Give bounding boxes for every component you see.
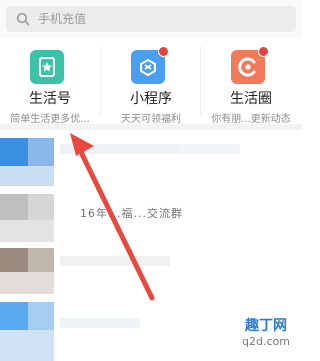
search-icon [16, 12, 30, 26]
blur-block [180, 144, 240, 154]
blur-block [0, 138, 28, 166]
shortcut-subtitle: 天天可领福利 [121, 114, 181, 125]
blur-block [60, 318, 140, 328]
shortcut-life-circle[interactable]: 生活圈 你有朋...更新动态 [201, 38, 301, 125]
shortcut-subtitle: 你有朋...更新动态 [211, 114, 291, 125]
blur-block [0, 272, 54, 294]
blur-block [60, 256, 170, 266]
shortcut-row: 生活号 简单生活更多优... 小程序 天天可领福利 生活圈 你有朋...更新动态 [0, 38, 302, 130]
shortcut-life-account[interactable]: 生活号 简单生活更多优... [0, 38, 100, 125]
site-watermark: 趣丁网 q2d.com [236, 315, 296, 357]
life-circle-icon [231, 46, 269, 84]
blur-block [28, 194, 54, 220]
shortcut-title: 生活号 [29, 91, 71, 107]
life-account-icon [30, 50, 64, 84]
search-box[interactable] [6, 6, 296, 32]
blur-block [60, 144, 180, 154]
blur-block [0, 330, 54, 361]
watermark-sub: q2d.com [242, 335, 290, 348]
blur-block [0, 302, 28, 330]
top-bar [0, 0, 302, 38]
partial-chat-name: 16年...福...交流群 [80, 207, 183, 220]
watermark-main: 趣丁网 [245, 318, 287, 334]
shortcut-subtitle: 简单生活更多优... [10, 114, 90, 125]
shortcut-title: 小程序 [130, 91, 172, 107]
search-input[interactable] [38, 9, 278, 29]
blur-block [0, 248, 28, 272]
shortcut-mini-program[interactable]: 小程序 天天可领福利 [101, 38, 201, 125]
blur-block [28, 138, 54, 166]
mini-program-icon [131, 46, 169, 84]
blur-block [0, 194, 28, 220]
blur-block [0, 220, 54, 242]
blur-block [28, 248, 54, 272]
shortcut-title: 生活圈 [230, 91, 272, 107]
notification-dot [158, 46, 169, 57]
blur-block [0, 166, 54, 186]
blur-block [28, 302, 54, 330]
notification-dot [258, 46, 269, 57]
